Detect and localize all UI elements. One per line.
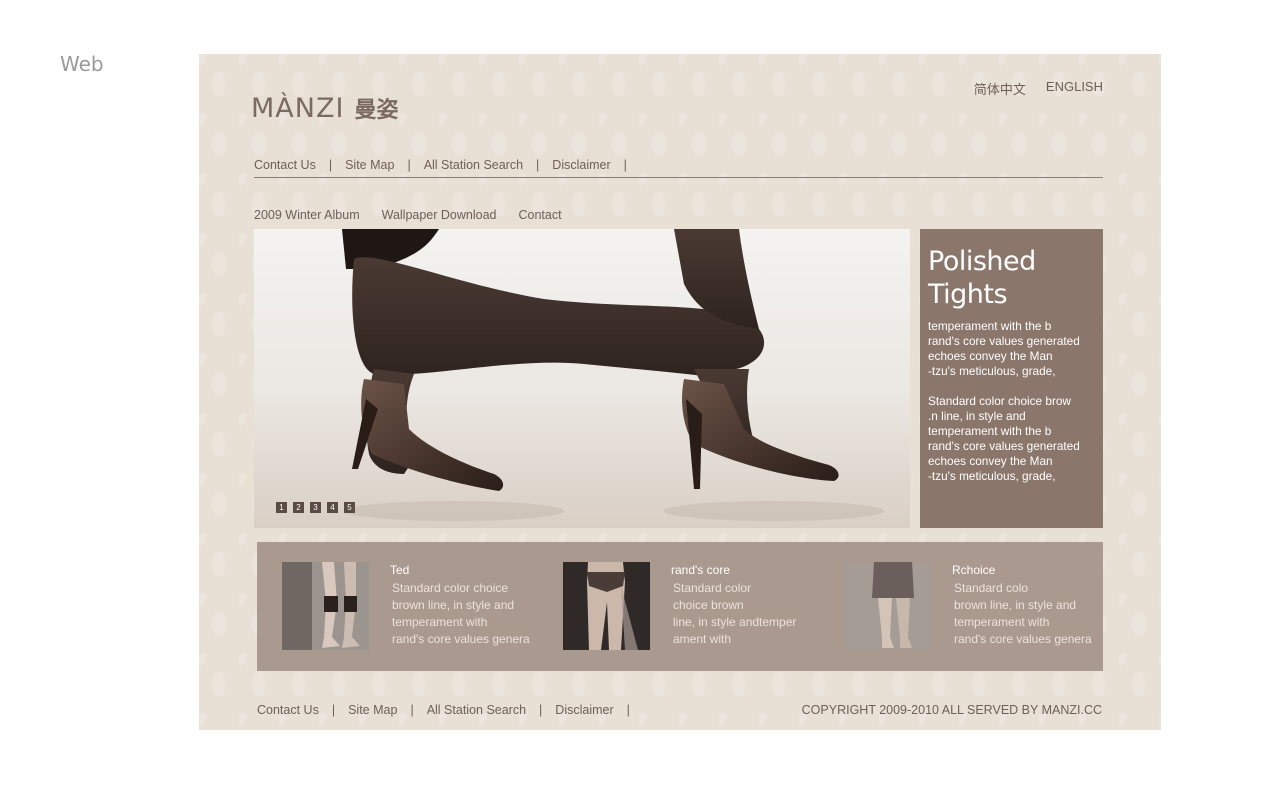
nav-separator: | <box>331 703 336 717</box>
sub-nav-winter-album[interactable]: 2009 Winter Album <box>254 208 360 222</box>
language-chinese-link[interactable]: 简体中文 <box>974 79 1026 98</box>
hero-page-2[interactable]: 2 <box>293 502 304 513</box>
language-english-link[interactable]: ENGLISH <box>1046 79 1103 98</box>
footer-disclaimer[interactable]: Disclaimer <box>555 703 613 717</box>
top-nav-disclaimer[interactable]: Disclaimer <box>552 158 610 172</box>
top-nav-site-map[interactable]: Site Map <box>345 158 394 172</box>
brand-logo-cjk: 曼姿 <box>354 97 399 122</box>
promo-title-line1: Polished <box>928 246 1036 277</box>
promo-title: Polished Tights <box>928 245 1095 311</box>
nav-separator: | <box>410 703 414 717</box>
product-strip: Ted Standard color choice brown line, in… <box>257 542 1103 671</box>
website-mockup: MÀNZI 曼姿 简体中文 ENGLISH Contact Us | Site … <box>199 54 1161 730</box>
promo-panel: Polished Tights temperament with the b r… <box>920 229 1103 528</box>
hero-page-1[interactable]: 1 <box>276 502 287 513</box>
top-nav-all-station-search[interactable]: All Station Search <box>424 158 523 172</box>
brand-logo-latin: MÀNZI <box>251 93 345 124</box>
nav-separator: | <box>539 703 543 717</box>
nav-separator: | <box>536 158 540 172</box>
nav-separator: | <box>407 158 411 172</box>
product-title[interactable]: Rchoice <box>952 563 995 577</box>
footer-contact-us[interactable]: Contact Us <box>257 703 319 717</box>
product-description: Standard colo brown line, in style and t… <box>954 581 1092 646</box>
promo-description: temperament with the b rand's core value… <box>928 319 1080 483</box>
sub-nav-wallpaper-download[interactable]: Wallpaper Download <box>382 208 497 222</box>
product-title[interactable]: rand's core <box>671 563 730 577</box>
product-description: Standard color choice brown line, in sty… <box>392 581 530 646</box>
product-thumbnail[interactable] <box>282 562 369 650</box>
brand-logo[interactable]: MÀNZI 曼姿 <box>251 92 398 124</box>
sub-nav-contact[interactable]: Contact <box>518 208 561 222</box>
product-thumbnail[interactable] <box>844 562 931 650</box>
nav-separator: | <box>328 158 333 172</box>
footer-navigation: Contact Us | Site Map | All Station Sear… <box>257 703 643 717</box>
top-nav-contact-us[interactable]: Contact Us <box>254 158 316 172</box>
product-title[interactable]: Ted <box>390 563 409 577</box>
product-description: Standard color choice brown line, in sty… <box>673 581 797 646</box>
nav-separator: | <box>626 703 630 717</box>
hero-legs-illustration <box>342 229 884 521</box>
promo-title-line2: Tights <box>928 279 1008 310</box>
hero-page-4[interactable]: 4 <box>327 502 338 513</box>
footer-site-map[interactable]: Site Map <box>348 703 397 717</box>
footer-all-station-search[interactable]: All Station Search <box>427 703 526 717</box>
hero-pager: 1 2 3 4 5 <box>276 502 355 513</box>
hero-page-5[interactable]: 5 <box>344 502 355 513</box>
nav-separator: | <box>623 158 627 172</box>
language-switcher: 简体中文 ENGLISH <box>974 79 1103 98</box>
product-thumbnail[interactable] <box>563 562 650 650</box>
hero-banner[interactable]: 1 2 3 4 5 <box>254 229 910 528</box>
hero-page-3[interactable]: 3 <box>310 502 321 513</box>
sub-navigation: 2009 Winter Album Wallpaper Download Con… <box>254 208 562 222</box>
canvas-label: Web <box>60 52 104 76</box>
copyright-text: COPYRIGHT 2009-2010 ALL SERVED BY MANZI.… <box>801 703 1102 717</box>
top-navigation: Contact Us | Site Map | All Station Sear… <box>254 158 1103 178</box>
